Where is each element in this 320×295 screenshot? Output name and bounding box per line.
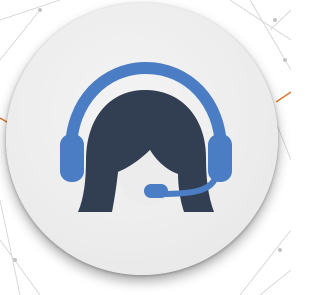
left-ear-cup: [60, 134, 84, 182]
support-badge-graphic: [0, 0, 291, 295]
right-ear-cup: [208, 134, 232, 182]
mic-tip: [144, 184, 168, 198]
customer-support-headset-icon: [60, 61, 232, 212]
